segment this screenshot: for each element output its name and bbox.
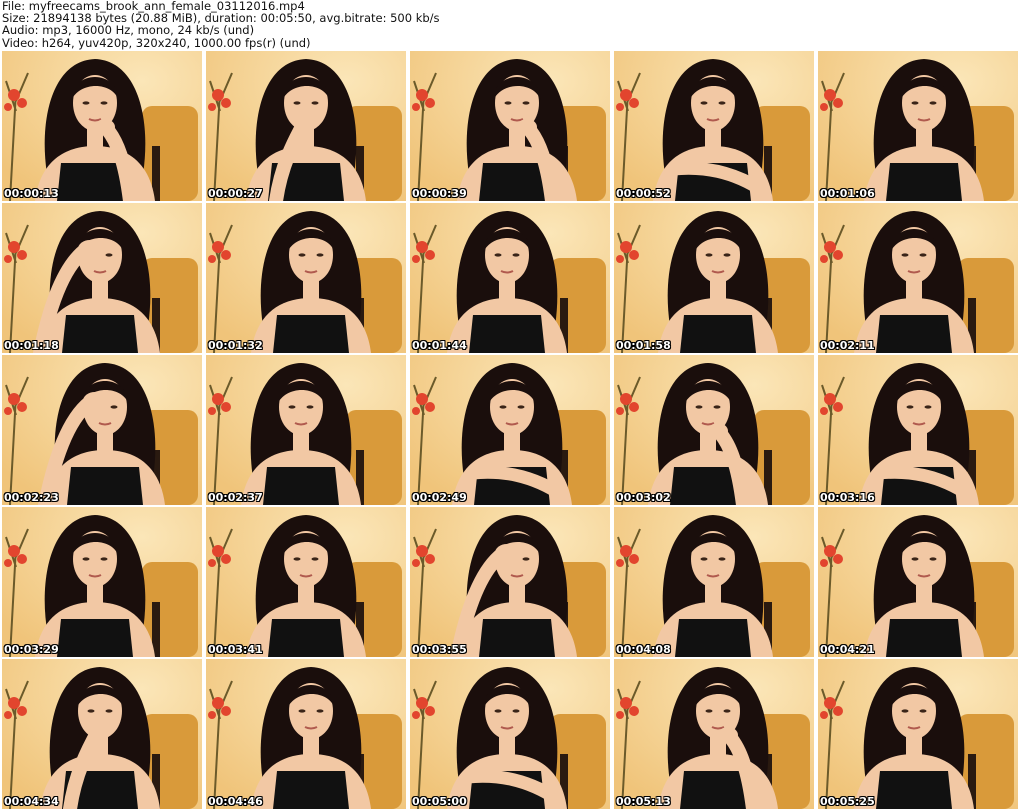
thumbnail-timestamp: 00:02:11: [820, 339, 875, 352]
video-thumbnail: 00:03:29: [2, 507, 202, 657]
video-thumbnail: 00:00:39: [410, 51, 610, 201]
video-thumbnail: 00:02:23: [2, 355, 202, 505]
frame-image: [2, 203, 202, 353]
frame-image: [206, 507, 406, 657]
frame-image: [206, 659, 406, 809]
thumbnail-timestamp: 00:05:25: [820, 795, 875, 808]
thumbnail-timestamp: 00:03:55: [412, 643, 467, 656]
frame-image: [2, 51, 202, 201]
frame-image: [410, 203, 610, 353]
video-thumbnail: 00:01:44: [410, 203, 610, 353]
thumbnail-timestamp: 00:04:34: [4, 795, 59, 808]
thumbnail-timestamp: 00:04:46: [208, 795, 263, 808]
video-info-line: Video: h264, yuv420p, 320x240, 1000.00 f…: [2, 35, 311, 50]
frame-image: [2, 659, 202, 809]
frame-image: [206, 355, 406, 505]
frame-image: [410, 51, 610, 201]
audio-info-line: Audio: mp3, 16000 Hz, mono, 24 kb/s (und…: [2, 23, 255, 38]
thumbnail-timestamp: 00:00:52: [616, 187, 671, 200]
thumbnail-timestamp: 00:01:32: [208, 339, 263, 352]
video-thumbnail: 00:05:25: [818, 659, 1018, 809]
thumbnail-timestamp: 00:01:06: [820, 187, 875, 200]
video-thumbnail: 00:02:49: [410, 355, 610, 505]
video-thumbnail: 00:01:06: [818, 51, 1018, 201]
video-thumbnail: 00:04:08: [614, 507, 814, 657]
video-thumbnail: 00:03:02: [614, 355, 814, 505]
thumbnail-timestamp: 00:05:13: [616, 795, 671, 808]
frame-image: [410, 659, 610, 809]
video-thumbnail: 00:01:18: [2, 203, 202, 353]
frame-image: [818, 203, 1018, 353]
frame-image: [818, 51, 1018, 201]
thumbnail-timestamp: 00:03:02: [616, 491, 671, 504]
thumbnail-timestamp: 00:02:37: [208, 491, 263, 504]
thumbnail-timestamp: 00:05:00: [412, 795, 467, 808]
thumbnail-timestamp: 00:02:23: [4, 491, 59, 504]
video-thumbnail: 00:02:37: [206, 355, 406, 505]
frame-image: [614, 659, 814, 809]
thumbnail-timestamp: 00:00:27: [208, 187, 263, 200]
video-thumbnail: 00:05:13: [614, 659, 814, 809]
thumbnail-timestamp: 00:04:08: [616, 643, 671, 656]
video-thumbnail: 00:04:21: [818, 507, 1018, 657]
video-thumbnail: 00:00:27: [206, 51, 406, 201]
frame-image: [614, 355, 814, 505]
thumbnail-timestamp: 00:00:39: [412, 187, 467, 200]
frame-image: [818, 507, 1018, 657]
thumbnail-timestamp: 00:03:16: [820, 491, 875, 504]
frame-image: [410, 355, 610, 505]
video-thumbnail: 00:04:34: [2, 659, 202, 809]
frame-image: [206, 203, 406, 353]
thumbnail-timestamp: 00:00:13: [4, 187, 59, 200]
frame-image: [614, 507, 814, 657]
video-thumbnail: 00:03:41: [206, 507, 406, 657]
video-thumbnail: 00:00:52: [614, 51, 814, 201]
frame-image: [2, 507, 202, 657]
video-thumbnail: 00:03:55: [410, 507, 610, 657]
thumbnail-timestamp: 00:02:49: [412, 491, 467, 504]
frame-image: [818, 659, 1018, 809]
thumbnail-grid: 00:00:13 00:00:27 00:00:39 00:00:52 00:01:06…: [0, 50, 1024, 811]
video-thumbnail: 00:02:11: [818, 203, 1018, 353]
video-thumbnail: 00:03:16: [818, 355, 1018, 505]
frame-image: [410, 507, 610, 657]
thumbnail-timestamp: 00:01:58: [616, 339, 671, 352]
thumbnail-timestamp: 00:03:29: [4, 643, 59, 656]
frame-image: [614, 51, 814, 201]
thumbnail-timestamp: 00:04:21: [820, 643, 875, 656]
frame-image: [2, 355, 202, 505]
frame-image: [818, 355, 1018, 505]
video-thumbnail: 00:00:13: [2, 51, 202, 201]
info-header: File: myfreecams_brook_ann_female_031120…: [2, 0, 1022, 50]
video-thumbnail: 00:04:46: [206, 659, 406, 809]
frame-image: [614, 203, 814, 353]
thumbnail-timestamp: 00:03:41: [208, 643, 263, 656]
video-thumbnail: 00:01:32: [206, 203, 406, 353]
thumbnail-timestamp: 00:01:44: [412, 339, 467, 352]
frame-image: [206, 51, 406, 201]
video-thumbnail: 00:05:00: [410, 659, 610, 809]
video-thumbnail: 00:01:58: [614, 203, 814, 353]
thumbnail-timestamp: 00:01:18: [4, 339, 59, 352]
